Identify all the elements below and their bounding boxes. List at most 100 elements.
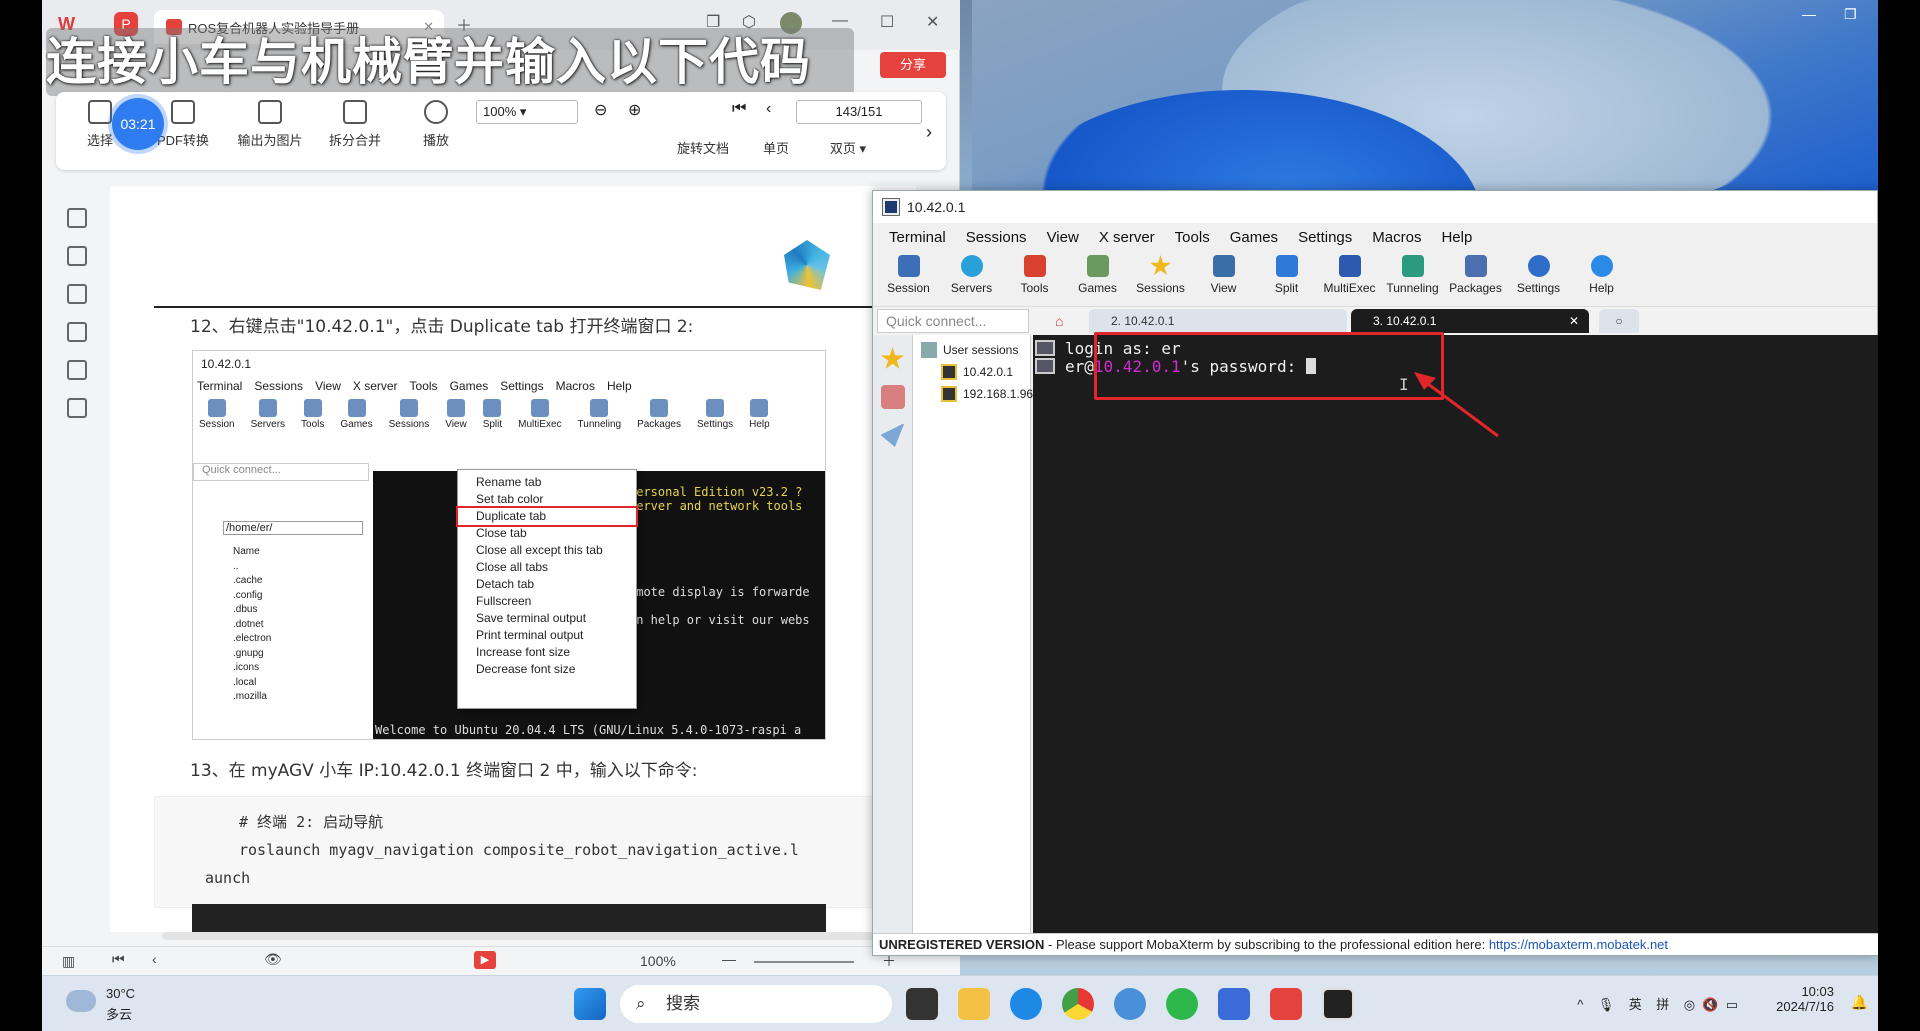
- status-zoom[interactable]: 100%: [640, 953, 676, 969]
- multiexec-button[interactable]: MultiExec: [1318, 253, 1381, 306]
- view-button[interactable]: View: [1192, 253, 1255, 306]
- send-icon[interactable]: [880, 423, 905, 447]
- thumbnail-icon[interactable]: [67, 246, 87, 266]
- tunneling-button[interactable]: Tunneling: [1381, 253, 1444, 306]
- single-page-tool[interactable]: 单页: [748, 138, 804, 157]
- sessions-button[interactable]: Sessions: [1129, 253, 1192, 306]
- export-image-label: 输出为图片: [237, 133, 303, 148]
- export-image-tool[interactable]: 输出为图片: [230, 100, 310, 149]
- prev-page-icon[interactable]: ‹: [152, 951, 157, 967]
- task-view-icon[interactable]: [906, 988, 938, 1020]
- chat-icon[interactable]: [1114, 988, 1146, 1020]
- play-icon[interactable]: ▶: [474, 951, 496, 969]
- taskbar: 30°C 多云 ⌕ 搜索 ^ 🎙 英 拼 ◎ 🔇 ▭ 10:03 2024/7/…: [42, 975, 1878, 1031]
- close-icon[interactable]: ✕: [926, 12, 939, 32]
- mobaxterm-link[interactable]: https://mobaxterm.mobatek.net: [1489, 937, 1668, 952]
- menu-terminal[interactable]: Terminal: [879, 229, 956, 246]
- notes-icon[interactable]: [1218, 988, 1250, 1020]
- network-icon[interactable]: ◎: [1684, 997, 1695, 1012]
- bell-icon[interactable]: 🔔: [1851, 994, 1868, 1011]
- settings-button[interactable]: Settings: [1507, 253, 1570, 306]
- wechat-icon[interactable]: [1166, 988, 1198, 1020]
- first-page-icon[interactable]: ⏮: [732, 100, 746, 118]
- file-explorer-icon[interactable]: [958, 988, 990, 1020]
- mobaxterm-icon[interactable]: [1322, 988, 1354, 1020]
- taskbar-search[interactable]: ⌕ 搜索: [620, 985, 892, 1023]
- horizontal-scrollbar[interactable]: [162, 932, 902, 940]
- shot-tool: Split: [483, 399, 502, 430]
- packages-button[interactable]: Packages: [1444, 253, 1507, 306]
- menu-games[interactable]: Games: [1220, 229, 1288, 246]
- user-sessions-folder[interactable]: User sessions: [913, 339, 1030, 361]
- menu-settings[interactable]: Settings: [1288, 229, 1362, 246]
- battery-icon[interactable]: ▭: [1726, 997, 1738, 1012]
- zoom-select[interactable]: 100% ▾: [476, 100, 578, 124]
- chevron-right-icon[interactable]: ›: [926, 122, 932, 143]
- ime-language[interactable]: 英: [1629, 997, 1642, 1012]
- menu-xserver[interactable]: X server: [1089, 229, 1165, 246]
- minimize-icon[interactable]: —: [1802, 6, 1816, 22]
- weather-widget[interactable]: 30°C 多云: [66, 984, 186, 1026]
- step-12-text: 12、右键点击"10.42.0.1"，点击 Duplicate tab 打开终端…: [190, 317, 694, 337]
- edge-icon[interactable]: [1010, 988, 1042, 1020]
- split-merge-tool[interactable]: 拆分合并: [318, 100, 392, 149]
- split-icon: [1275, 255, 1298, 277]
- play-tool[interactable]: 播放: [412, 100, 460, 149]
- menu-view[interactable]: View: [1037, 229, 1089, 246]
- start-icon[interactable]: [574, 988, 606, 1020]
- session-button[interactable]: Session: [877, 253, 940, 306]
- sign-icon[interactable]: [67, 360, 87, 380]
- prev-page-icon[interactable]: ‹: [766, 100, 771, 118]
- new-tab-button[interactable]: ○: [1599, 309, 1639, 333]
- volume-icon[interactable]: 🔇: [1702, 997, 1718, 1012]
- servers-button[interactable]: Servers: [940, 253, 1003, 306]
- menu-macros[interactable]: Macros: [1362, 229, 1431, 246]
- zoom-out-icon[interactable]: —: [722, 951, 736, 967]
- menu-sessions[interactable]: Sessions: [956, 229, 1037, 246]
- restore-icon[interactable]: ❐: [1844, 6, 1857, 23]
- eye-icon[interactable]: 👁: [264, 951, 282, 968]
- games-button[interactable]: Games: [1066, 253, 1129, 306]
- maximize-icon[interactable]: ☐: [880, 12, 894, 32]
- page-number-input[interactable]: 143/151: [796, 100, 922, 124]
- bookmark-icon[interactable]: [67, 208, 87, 228]
- rotate-tool[interactable]: 旋转文档: [672, 138, 734, 157]
- shot-menu-item: Sessions: [254, 379, 304, 393]
- mic-icon[interactable]: 🎙: [1598, 997, 1615, 1012]
- session-tree: User sessions 10.42.0.1 192.168.1.96: [913, 335, 1033, 935]
- home-icon[interactable]: ⌂: [1055, 313, 1063, 329]
- chrome-icon[interactable]: [1062, 988, 1094, 1020]
- clock[interactable]: 10:03 2024/7/16: [1776, 984, 1834, 1014]
- ime-mode[interactable]: 拼: [1656, 997, 1669, 1012]
- tab-3[interactable]: 3. 10.42.0.1 ✕: [1351, 309, 1589, 333]
- zoom-out-icon[interactable]: ⊖: [594, 100, 607, 120]
- shot-tool: MultiExec: [518, 399, 562, 430]
- share-button[interactable]: 分享: [880, 52, 946, 78]
- split-button[interactable]: Split: [1255, 253, 1318, 306]
- close-tab-icon[interactable]: ✕: [1569, 309, 1579, 333]
- quick-connect-input[interactable]: Quick connect...: [877, 309, 1029, 333]
- games-icon: [1086, 255, 1109, 277]
- menu-tools[interactable]: Tools: [1165, 229, 1220, 246]
- attachment-icon[interactable]: [67, 322, 87, 342]
- session-item[interactable]: 10.42.0.1: [913, 361, 1030, 383]
- tools-button[interactable]: Tools: [1003, 253, 1066, 306]
- tools-icon[interactable]: [880, 385, 905, 409]
- comment-icon[interactable]: [67, 284, 87, 304]
- chevron-up-icon[interactable]: ^: [1577, 997, 1583, 1012]
- help-button[interactable]: Help: [1570, 253, 1633, 306]
- double-page-tool[interactable]: 双页 ▾: [816, 138, 880, 157]
- sidebar-toggle-icon[interactable]: ▥: [62, 953, 75, 970]
- cloud-icon: [66, 990, 96, 1012]
- zoom-slider[interactable]: [754, 961, 854, 963]
- star-icon[interactable]: [880, 347, 905, 369]
- session-item[interactable]: 192.168.1.96: [913, 383, 1033, 405]
- clock-date: 2024/7/16: [1776, 999, 1834, 1014]
- tab-2[interactable]: 2. 10.42.0.1: [1089, 309, 1347, 333]
- zoom-in-icon[interactable]: ⊕: [628, 100, 641, 120]
- wps-icon[interactable]: [1270, 988, 1302, 1020]
- first-page-icon[interactable]: ⏮: [112, 951, 125, 968]
- moba-app-icon: [882, 198, 900, 216]
- layers-icon[interactable]: [67, 398, 87, 418]
- menu-help[interactable]: Help: [1431, 229, 1482, 246]
